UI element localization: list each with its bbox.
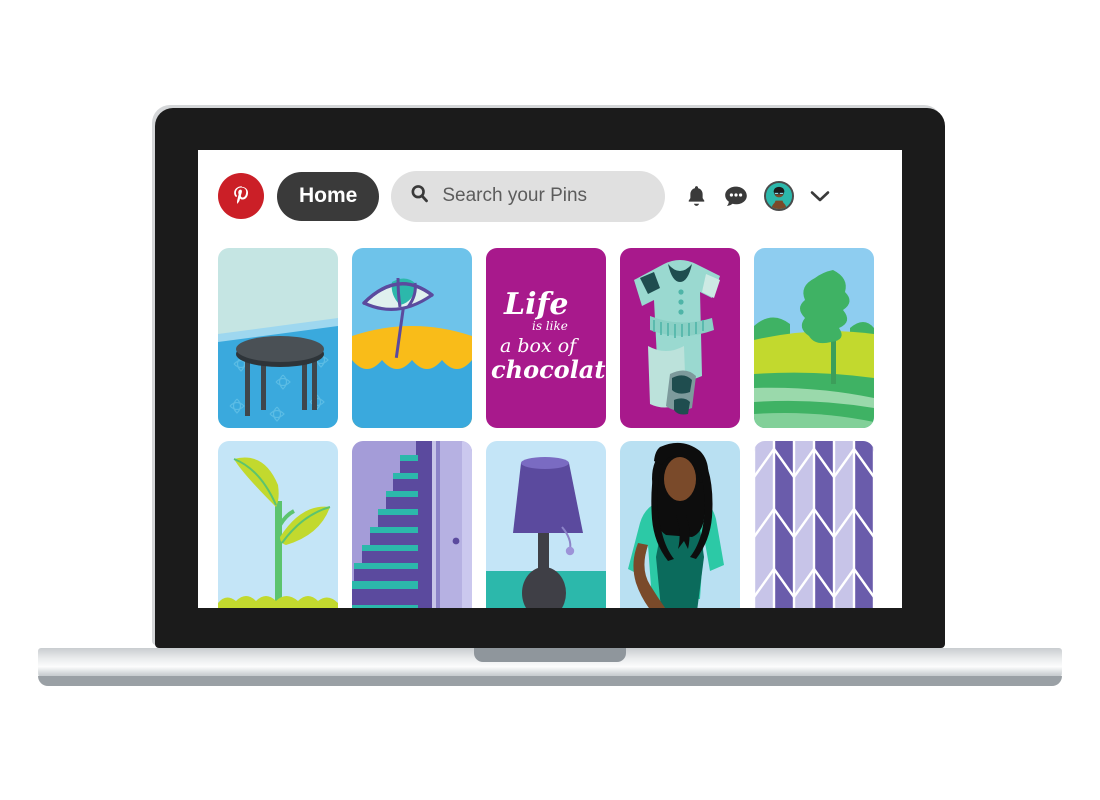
home-button[interactable]: Home xyxy=(277,171,380,221)
app-viewport: Home Search your Pins Life is like a box… xyxy=(198,150,902,608)
quote-line-4: chocolates xyxy=(491,355,606,384)
message-bubble-icon[interactable] xyxy=(723,184,749,209)
screenshot-root: Home Search your Pins Life is like a box… xyxy=(0,0,1100,800)
laptop-base-edge xyxy=(38,676,1062,686)
quote-line-1: Life xyxy=(503,287,568,322)
search-icon xyxy=(409,183,430,209)
search-input[interactable] xyxy=(440,184,648,208)
pinterest-logo-icon[interactable] xyxy=(218,173,264,219)
search-bar[interactable] xyxy=(391,170,666,222)
chevron-down-icon[interactable] xyxy=(809,189,831,204)
pin-card[interactable] xyxy=(754,248,874,428)
pin-card[interactable] xyxy=(486,441,606,608)
quote-line-3: a box of xyxy=(500,335,579,357)
avatar-icon[interactable] xyxy=(764,181,795,211)
pin-card[interactable] xyxy=(352,248,472,428)
bell-icon[interactable] xyxy=(685,184,708,209)
pin-card[interactable] xyxy=(218,441,338,608)
header-actions xyxy=(685,181,831,211)
pin-card-quote[interactable]: Life is like a box of chocolates xyxy=(486,248,606,428)
laptop-screen: Home Search your Pins Life is like a box… xyxy=(198,150,902,608)
pin-card[interactable] xyxy=(754,441,874,608)
quote-line-2: is like xyxy=(532,319,568,333)
pin-grid: Life is like a box of chocolates xyxy=(218,248,898,608)
pin-card[interactable] xyxy=(352,441,472,608)
pin-card[interactable] xyxy=(620,441,740,608)
app-header: Home xyxy=(198,150,902,242)
pin-card[interactable] xyxy=(218,248,338,428)
pin-card[interactable] xyxy=(620,248,740,428)
laptop-lid-notch xyxy=(474,648,626,662)
